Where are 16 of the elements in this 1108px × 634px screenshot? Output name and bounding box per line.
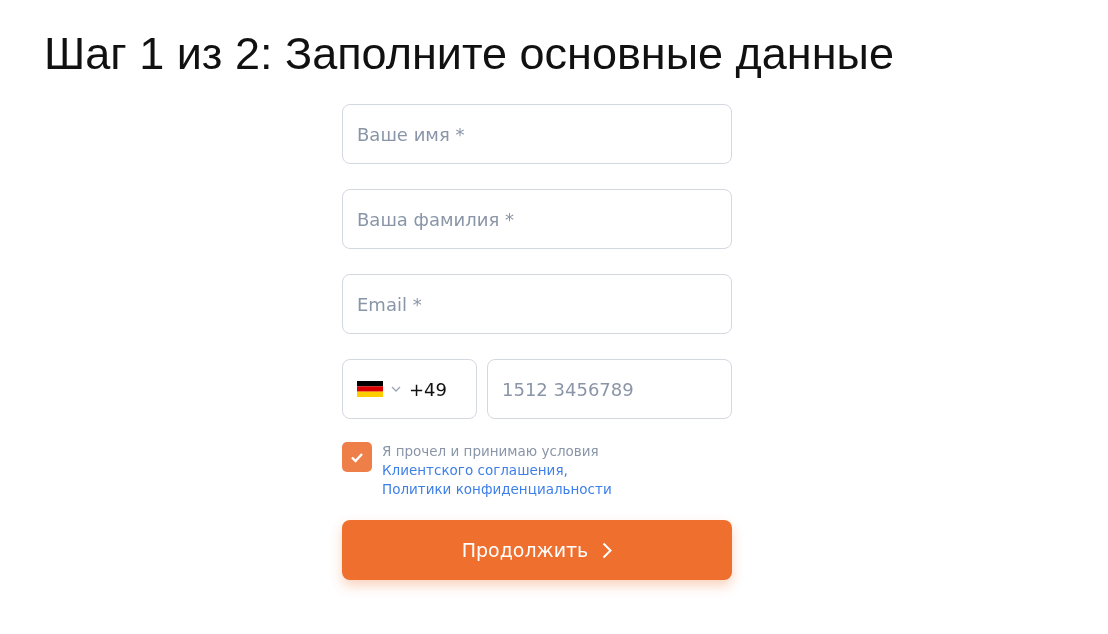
text-field[interactable]: Email * (342, 274, 732, 334)
text-field[interactable]: Ваше имя * (342, 104, 732, 164)
checkbox[interactable] (342, 442, 372, 472)
check-icon (350, 451, 364, 463)
chevron-down-icon (391, 386, 401, 392)
agreement-link[interactable]: Политики конфиденциальности (382, 481, 612, 497)
chevron-right-icon (602, 541, 613, 559)
flag-icon (357, 381, 383, 397)
agreement-text: Я прочел и принимаю условия Клиентского соглашения, Политики конфиденциальности (382, 442, 613, 499)
country-code: +49 (409, 378, 447, 400)
country-select[interactable]: +49 (342, 359, 477, 419)
page-title: Шаг 1 из 2: Заполните основные данные (44, 28, 895, 80)
text-field[interactable]: Ваша фамилия * (342, 189, 732, 249)
continue-button[interactable]: Продолжить (342, 520, 732, 580)
agreement-link[interactable]: Клиентского соглашения, (382, 462, 568, 478)
phone-field[interactable]: 1512 3456789 (487, 359, 732, 419)
